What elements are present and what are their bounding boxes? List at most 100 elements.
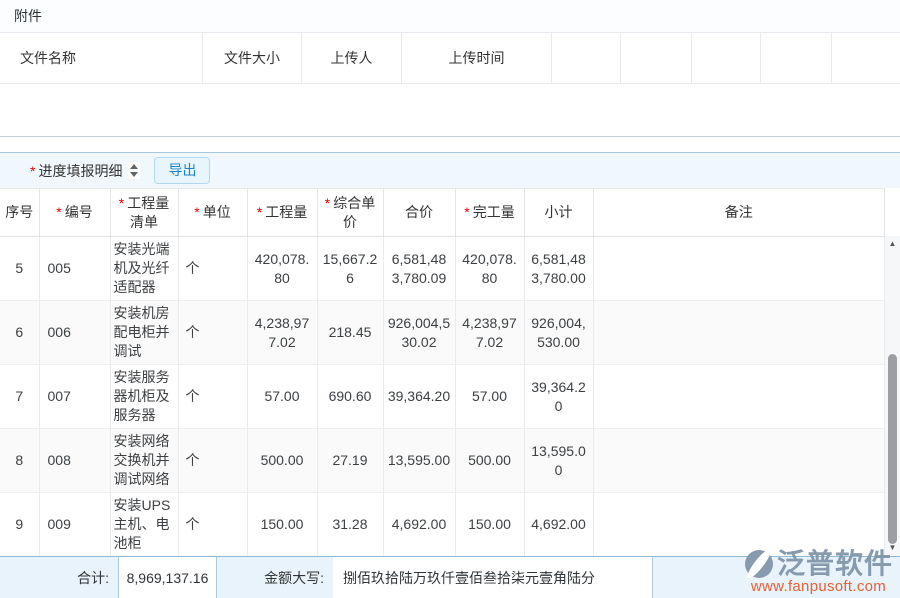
table-row[interactable]: 8008安装网络交换机并调试网络个500.0027.1913,595.00500… xyxy=(0,429,885,493)
table-cell: 6,581,483,780.09 xyxy=(383,237,455,301)
table-cell xyxy=(593,429,885,493)
required-asterisk: * xyxy=(194,204,199,220)
detail-table-zone: 序号*编号*工程量清单*单位*工程量*综合单价合价*完工量小计备注 5005安装… xyxy=(0,188,900,556)
table-row[interactable]: 5005安装光端机及光纤适配器个420,078.8015,667.266,581… xyxy=(0,237,885,301)
table-cell: 926,004,530.00 xyxy=(524,301,593,365)
attachments-col-empty xyxy=(552,33,621,83)
spinner-up-icon[interactable] xyxy=(130,164,138,169)
table-cell: 4,692.00 xyxy=(524,493,593,557)
amount-in-words-value: 捌佰玖拾陆万玖仟壹佰叁拾柒元壹角陆分 xyxy=(333,557,653,598)
attachments-col-uploader: 上传人 xyxy=(302,33,402,83)
progress-detail-panel: * 进度填报明细 导出 序号*编号*工程量清单*单位*工程量*综合单价合价*完工… xyxy=(0,152,900,598)
column-header-2: *工程量清单 xyxy=(110,189,178,237)
panel-header: * 进度填报明细 导出 xyxy=(0,153,900,188)
table-cell: 安装UPS主机、电池柜 xyxy=(110,493,178,557)
column-header-5: *综合单价 xyxy=(317,189,383,237)
required-asterisk: * xyxy=(464,204,469,220)
table-cell: 个 xyxy=(178,237,247,301)
column-header-label: 备注 xyxy=(725,204,753,220)
column-header-label: 工程量 xyxy=(265,204,307,220)
table-cell: 420,078.80 xyxy=(455,237,524,301)
column-header-label: 合价 xyxy=(405,204,433,220)
detail-table: 序号*编号*工程量清单*单位*工程量*综合单价合价*完工量小计备注 5005安装… xyxy=(0,188,885,556)
attachments-header-row: 文件名称 文件大小 上传人 上传时间 xyxy=(0,33,900,84)
table-cell: 150.00 xyxy=(247,493,317,557)
vertical-scrollbar[interactable]: ▲ ▼ xyxy=(885,236,900,556)
column-header-8: 小计 xyxy=(524,189,593,237)
empty-area xyxy=(0,137,900,152)
column-header-9: 备注 xyxy=(593,189,885,237)
table-cell: 6,581,483,780.00 xyxy=(524,237,593,301)
table-cell: 9 xyxy=(0,493,39,557)
scrollbar-thumb[interactable] xyxy=(888,354,897,544)
table-cell: 006 xyxy=(39,301,110,365)
table-cell: 009 xyxy=(39,493,110,557)
export-button[interactable]: 导出 xyxy=(154,157,210,184)
required-asterisk: * xyxy=(325,195,330,211)
table-cell: 926,004,530.02 xyxy=(383,301,455,365)
column-header-label: 小计 xyxy=(545,204,573,220)
scrollbar-column: ▲ ▼ xyxy=(885,188,900,556)
total-value: 8,969,137.16 xyxy=(118,557,217,598)
column-header-label: 编号 xyxy=(65,204,93,220)
table-cell: 安装光端机及光纤适配器 xyxy=(110,237,178,301)
table-cell xyxy=(593,301,885,365)
table-cell: 27.19 xyxy=(317,429,383,493)
table-cell: 500.00 xyxy=(455,429,524,493)
table-cell: 4,238,977.02 xyxy=(455,301,524,365)
table-cell: 39,364.20 xyxy=(383,365,455,429)
table-cell: 008 xyxy=(39,429,110,493)
column-header-label: 工程量清单 xyxy=(127,195,169,229)
attachments-col-empty xyxy=(761,33,832,83)
column-header-3: *单位 xyxy=(178,189,247,237)
column-header-label: 序号 xyxy=(5,204,33,220)
table-cell: 个 xyxy=(178,365,247,429)
table-cell: 5 xyxy=(0,237,39,301)
table-cell: 420,078.80 xyxy=(247,237,317,301)
attachments-col-empty xyxy=(621,33,692,83)
column-header-7: *完工量 xyxy=(455,189,524,237)
table-cell: 个 xyxy=(178,493,247,557)
sort-spinner-icon[interactable] xyxy=(128,162,140,179)
required-asterisk: * xyxy=(56,204,61,220)
table-cell: 31.28 xyxy=(317,493,383,557)
table-cell: 个 xyxy=(178,429,247,493)
table-row[interactable]: 7007安装服务器机柜及服务器个57.00690.6039,364.2057.0… xyxy=(0,365,885,429)
table-cell xyxy=(593,365,885,429)
table-cell: 13,595.00 xyxy=(524,429,593,493)
empty-area xyxy=(0,84,900,136)
table-cell: 个 xyxy=(178,301,247,365)
required-asterisk: * xyxy=(119,195,124,211)
table-cell: 218.45 xyxy=(317,301,383,365)
required-asterisk: * xyxy=(30,163,35,179)
attachments-col-file-size: 文件大小 xyxy=(203,33,302,83)
table-cell: 4,692.00 xyxy=(383,493,455,557)
amount-in-words-label: 金额大写: xyxy=(217,557,333,598)
table-cell: 150.00 xyxy=(455,493,524,557)
spinner-down-icon[interactable] xyxy=(130,172,138,177)
table-cell: 500.00 xyxy=(247,429,317,493)
table-cell: 安装网络交换机并调试网络 xyxy=(110,429,178,493)
table-cell: 13,595.00 xyxy=(383,429,455,493)
column-header-label: 单位 xyxy=(203,204,231,220)
table-cell: 39,364.20 xyxy=(524,365,593,429)
scroll-up-icon[interactable]: ▲ xyxy=(885,236,900,252)
table-cell: 安装服务器机柜及服务器 xyxy=(110,365,178,429)
column-header-6: 合价 xyxy=(383,189,455,237)
brand-watermark: 泛普软件 www.fanpusoft.com xyxy=(744,549,893,595)
attachments-col-empty xyxy=(832,33,900,83)
detail-table-header-row: 序号*编号*工程量清单*单位*工程量*综合单价合价*完工量小计备注 xyxy=(0,189,885,237)
table-cell: 7 xyxy=(0,365,39,429)
attachments-col-file-name: 文件名称 xyxy=(0,33,203,83)
attachments-col-upload-time: 上传时间 xyxy=(402,33,552,83)
table-cell: 005 xyxy=(39,237,110,301)
table-cell: 57.00 xyxy=(455,365,524,429)
column-header-label: 综合单价 xyxy=(333,195,375,229)
column-header-label: 完工量 xyxy=(473,204,515,220)
table-row[interactable]: 6006安装机房配电柜并调试个4,238,977.02218.45926,004… xyxy=(0,301,885,365)
attachments-section-title: 附件 xyxy=(0,0,900,33)
column-header-1: *编号 xyxy=(39,189,110,237)
table-row[interactable]: 9009安装UPS主机、电池柜个150.0031.284,692.00150.0… xyxy=(0,493,885,557)
column-header-0: 序号 xyxy=(0,189,39,237)
table-cell: 15,667.26 xyxy=(317,237,383,301)
